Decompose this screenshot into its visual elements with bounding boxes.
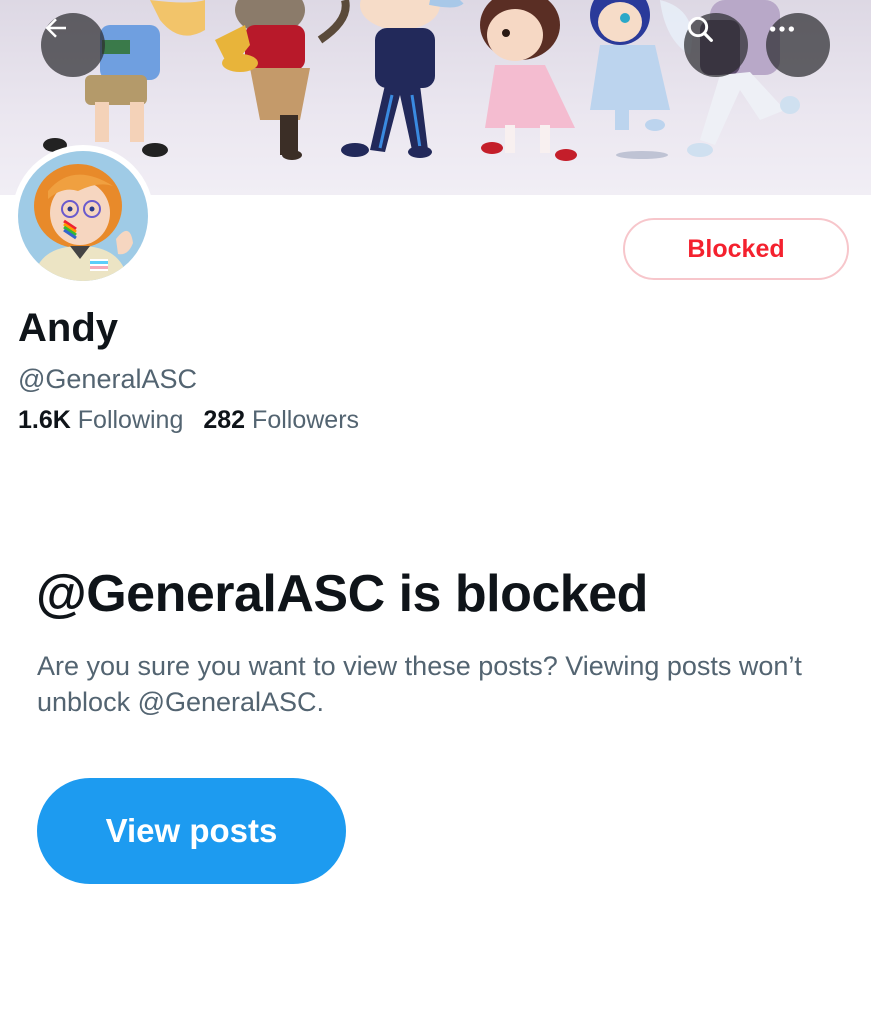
blocked-button-label: Blocked bbox=[687, 234, 785, 263]
view-posts-label: View posts bbox=[105, 812, 278, 849]
banner-character bbox=[480, 0, 577, 161]
following-link[interactable]: 1.6K Following bbox=[18, 406, 183, 434]
blocked-button[interactable]: Blocked bbox=[623, 218, 849, 280]
user-handle: @GeneralASC bbox=[18, 364, 197, 394]
blocked-title: @GeneralASC is blocked bbox=[36, 565, 648, 623]
followers-label: Followers bbox=[252, 406, 360, 434]
more-horizontal-icon bbox=[770, 26, 794, 32]
banner-character bbox=[590, 0, 692, 159]
profile-page: Blocked Andy @GeneralASC 1.6K Following 2… bbox=[0, 0, 871, 1024]
following-count: 1.6K bbox=[18, 406, 71, 434]
back-button[interactable] bbox=[41, 13, 105, 77]
search-button[interactable] bbox=[684, 13, 748, 77]
avatar-illustration bbox=[18, 151, 148, 281]
view-posts-button[interactable]: View posts bbox=[37, 778, 346, 884]
banner-character bbox=[215, 0, 350, 160]
profile-stats: 1.6K Following 282 Followers bbox=[18, 404, 359, 436]
following-label: Following bbox=[77, 406, 184, 434]
avatar-container[interactable] bbox=[12, 145, 154, 287]
followers-count: 282 bbox=[203, 406, 246, 434]
search-icon bbox=[687, 16, 713, 42]
avatar bbox=[18, 151, 148, 281]
more-options-button[interactable] bbox=[766, 13, 830, 77]
display-name: Andy bbox=[18, 306, 118, 350]
arrow-left-icon bbox=[45, 18, 66, 38]
banner-character bbox=[341, 0, 464, 158]
followers-link[interactable]: 282 Followers bbox=[203, 406, 359, 434]
blocked-description: Are you sure you want to view these post… bbox=[37, 651, 802, 717]
